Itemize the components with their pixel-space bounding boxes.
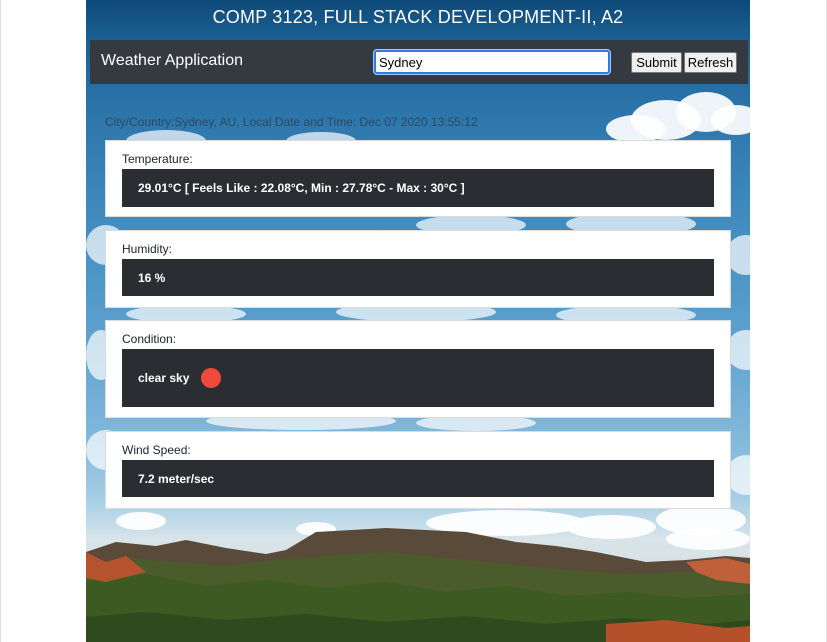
humidity-value: 16 % [138, 270, 166, 285]
submit-button[interactable]: Submit [631, 52, 682, 73]
navbar: Weather Application Submit Refresh [90, 40, 748, 84]
condition-label: Condition: [122, 332, 177, 346]
brand-label: Weather Application [101, 52, 244, 69]
city-search-input[interactable] [374, 50, 610, 74]
temperature-card: Temperature: 29.01°C [ Feels Like : 22.0… [105, 140, 731, 217]
temperature-value-box: 29.01°C [ Feels Like : 22.08°C, Min : 27… [122, 169, 714, 207]
sun-icon [201, 368, 222, 388]
humidity-card: Humidity: 16 % [105, 230, 731, 308]
landscape-image [86, 528, 750, 642]
condition-card: Condition: clear sky [105, 320, 731, 418]
condition-value: clear sky [138, 371, 190, 385]
page-title: COMP 3123, FULL STACK DEVELOPMENT-II, A2 [212, 6, 624, 27]
weather-app: COMP 3123, FULL STACK DEVELOPMENT-II, A2… [86, 0, 750, 642]
humidity-value-box: 16 % [122, 259, 714, 296]
condition-value-box: clear sky [122, 349, 714, 407]
wind-speed-card: Wind Speed: 7.2 meter/sec [105, 431, 731, 509]
humidity-label: Humidity: [122, 242, 173, 256]
wind-speed-value: 7.2 meter/sec [138, 471, 215, 486]
wind-speed-value-box: 7.2 meter/sec [122, 460, 714, 497]
wind-speed-label: Wind Speed: [122, 443, 191, 457]
temperature-value: 29.01°C [ Feels Like : 22.08°C, Min : 27… [138, 181, 465, 195]
refresh-button[interactable]: Refresh [684, 52, 737, 73]
temperature-label: Temperature: [122, 152, 193, 166]
location-datetime: City/Country:Sydney, AU, Local Date and … [105, 115, 478, 129]
